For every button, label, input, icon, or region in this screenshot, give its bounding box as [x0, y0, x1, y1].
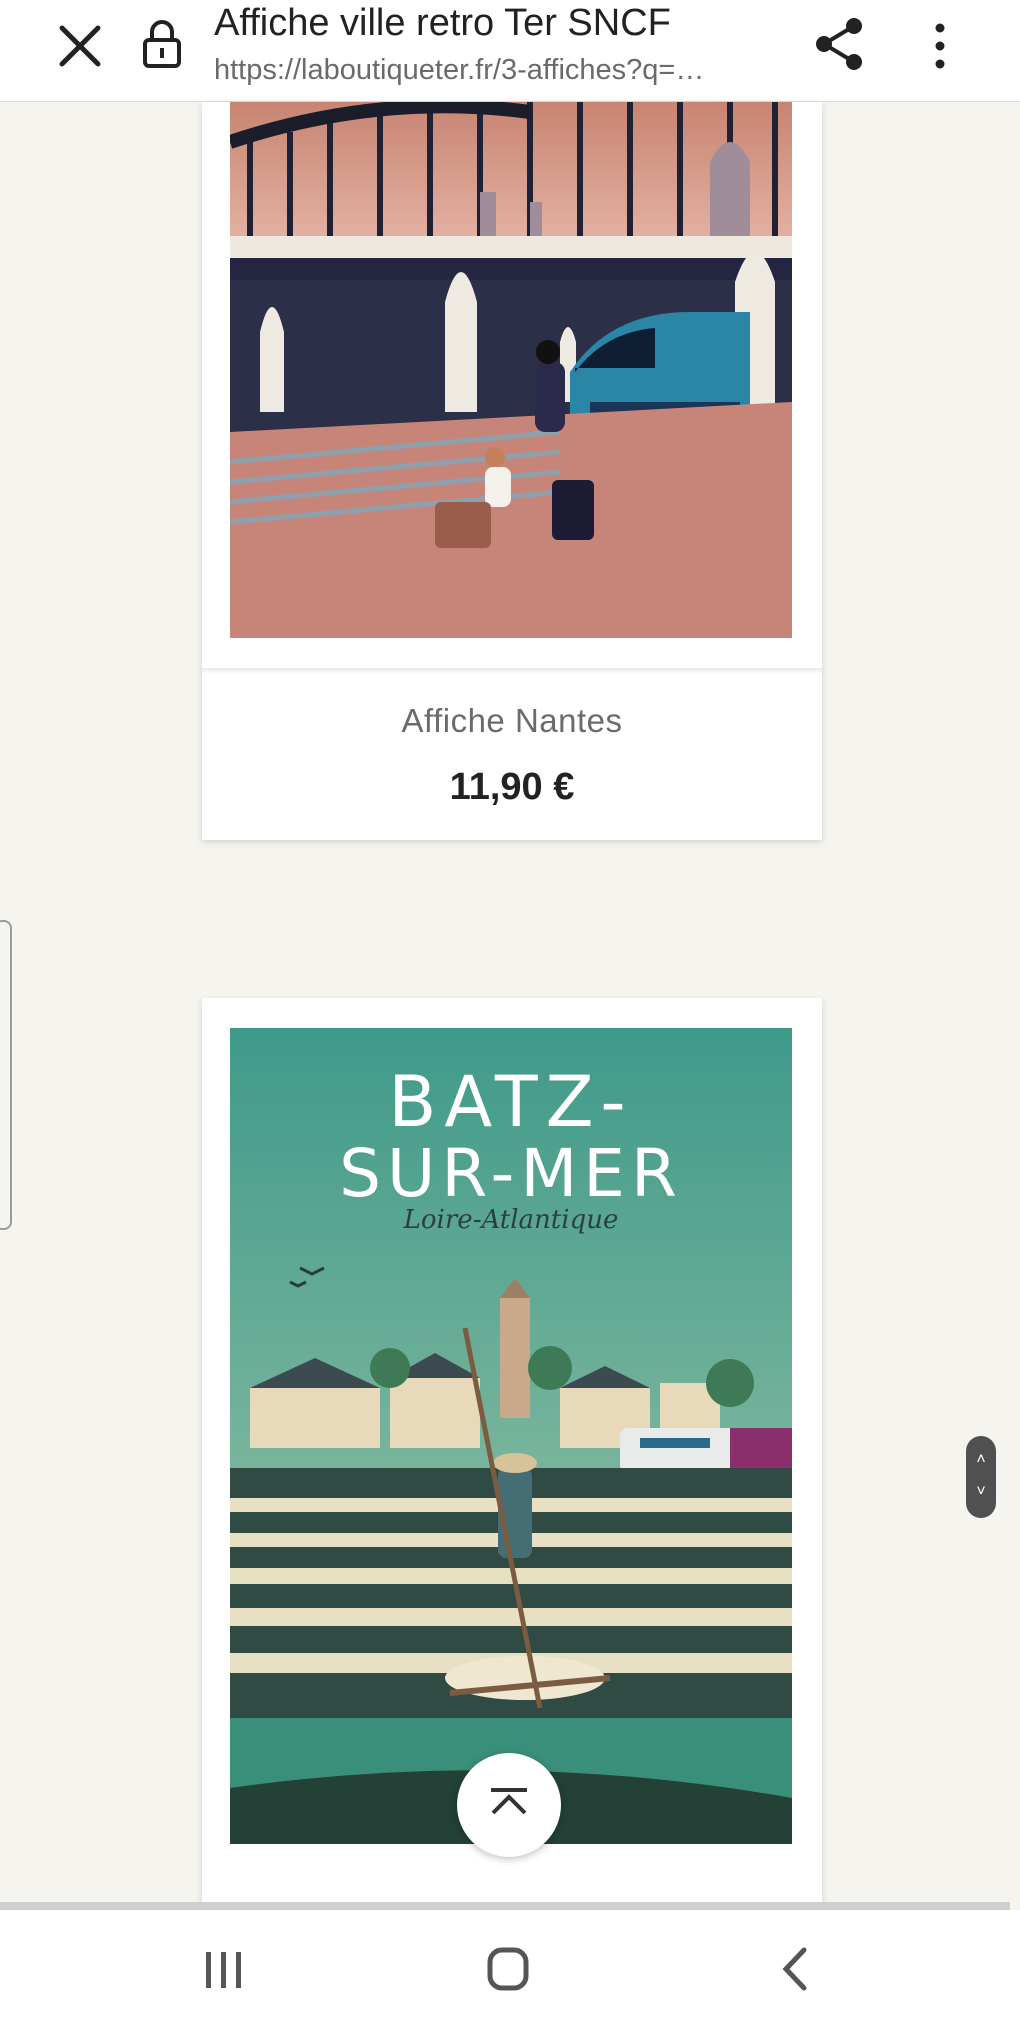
- close-icon[interactable]: [54, 20, 106, 72]
- product-price: 11,90 €: [449, 766, 575, 808]
- chevron-up-icon: ˄: [976, 1451, 986, 1468]
- back-icon[interactable]: [780, 1946, 810, 1992]
- scroll-progress-bar: [0, 1902, 1010, 1910]
- more-vert-icon[interactable]: [925, 20, 955, 72]
- poster-title: BATZ- SUR-MER Loire-Atlantique: [339, 1061, 683, 1235]
- product-image-batz-sur-mer[interactable]: BATZ- SUR-MER Loire-Atlantique: [230, 1028, 792, 1844]
- page-url[interactable]: https://laboutiqueter.fr/3-affiches?q=…: [214, 54, 704, 87]
- share-icon[interactable]: [812, 16, 866, 72]
- recents-icon[interactable]: [200, 1948, 248, 1992]
- poster-title-line2: SUR-MER: [339, 1135, 683, 1212]
- edge-panel-handle[interactable]: [0, 920, 12, 1230]
- poster-subtitle: Loire-Atlantique: [403, 1205, 619, 1235]
- lock-icon[interactable]: [142, 18, 182, 68]
- page-title[interactable]: Affiche ville retro Ter SNCF: [214, 2, 671, 45]
- product-image-nantes[interactable]: [230, 102, 792, 638]
- chevron-down-icon: ˅: [976, 1483, 986, 1500]
- product-name[interactable]: Affiche Nantes: [202, 702, 822, 740]
- home-icon[interactable]: [486, 1946, 530, 1992]
- product-card[interactable]: Affiche Nantes 11,90 €: [202, 102, 822, 840]
- back-to-top-button[interactable]: [457, 1753, 561, 1857]
- chevron-up-icon: [491, 1788, 527, 1815]
- poster-title-line1: BATZ-: [388, 1061, 633, 1143]
- card-divider: [202, 668, 822, 674]
- system-navigation-bar: [0, 1910, 1020, 2028]
- browser-toolbar: Affiche ville retro Ter SNCF https://lab…: [0, 0, 1020, 102]
- fast-scroll-handle[interactable]: ˄ ˅: [966, 1436, 996, 1518]
